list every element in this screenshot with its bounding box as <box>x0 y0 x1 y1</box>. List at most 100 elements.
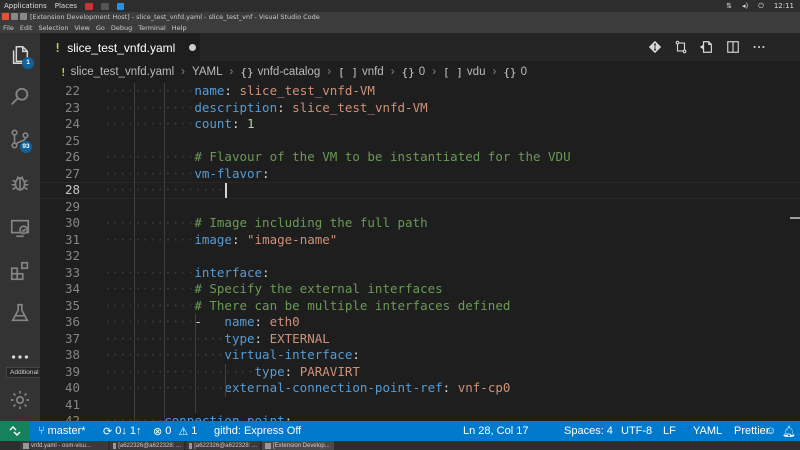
breadcrumb-vdu[interactable]: [ ] vdu <box>443 66 485 79</box>
source-control-button[interactable]: 93 <box>0 119 40 159</box>
menu-debug[interactable]: Debug <box>111 24 132 32</box>
code-line[interactable]: 32 <box>40 248 800 265</box>
code-line[interactable]: 27 ············vm-flavor: <box>40 166 800 183</box>
line-number: 24 <box>64 116 80 131</box>
feedback-icon[interactable]: ☺ <box>765 421 776 441</box>
window-title-bar: [Extension Development Host] - slice_tes… <box>0 12 800 22</box>
code-line[interactable]: 41 <box>40 397 800 414</box>
editor-tab[interactable]: ! slice_test_vnfd.yaml <box>40 33 200 61</box>
menu-go[interactable]: Go <box>96 24 105 32</box>
whitespace-marker: ············ <box>104 99 195 115</box>
power-icon[interactable]: ⏻ <box>758 2 764 11</box>
explorer-button[interactable]: 1 <box>0 35 40 75</box>
window-close-button[interactable] <box>2 13 9 20</box>
taskbar-item[interactable]: vnfd.yaml - osm-visu... <box>20 441 108 450</box>
more-actions-icon[interactable] <box>752 40 766 54</box>
menu-terminal[interactable]: Terminal <box>138 24 165 32</box>
indentation-status[interactable]: Spaces: 4 <box>564 421 613 441</box>
open-file-icon[interactable] <box>700 40 714 54</box>
split-editor-icon[interactable] <box>726 40 740 54</box>
debug-button[interactable] <box>0 163 40 203</box>
code-line[interactable]: 34 ············# Specify the external int… <box>40 281 800 298</box>
code-line[interactable]: 28················ <box>40 182 800 199</box>
code-token: : <box>284 363 300 379</box>
taskbar-item-active[interactable]: [Extension Develop... <box>262 441 334 450</box>
menu-help[interactable]: Help <box>172 24 187 32</box>
warning-count: 1 <box>191 425 198 437</box>
settings-button[interactable] <box>0 380 40 420</box>
code-line[interactable]: 25 <box>40 133 800 150</box>
code-line[interactable]: 23 ············description: slice_test_vn… <box>40 100 800 117</box>
terminal-launcher-icon[interactable] <box>101 2 110 10</box>
testing-button[interactable] <box>0 293 40 333</box>
places-menu[interactable]: Places <box>55 2 77 10</box>
remote-explorer-icon <box>10 219 30 238</box>
breadcrumb-vnfd-0[interactable]: {} 0 <box>402 66 426 79</box>
activity-bar: 1 93 <box>0 33 40 421</box>
breadcrumb-label: YAML <box>192 66 223 78</box>
breadcrumb-language[interactable]: YAML <box>192 66 222 78</box>
language-mode[interactable]: YAML <box>693 421 722 441</box>
code-line[interactable]: 40················external-connection-po… <box>40 380 800 397</box>
remote-explorer-button[interactable] <box>0 208 40 248</box>
code-line[interactable]: 30 ············# Image including the full… <box>40 215 800 232</box>
volume-icon[interactable]: ◂) <box>742 2 748 10</box>
menu-file[interactable]: File <box>3 24 14 32</box>
extensions-icon <box>10 261 29 281</box>
open-changes-icon[interactable] <box>674 40 688 54</box>
menu-view[interactable]: View <box>74 24 89 32</box>
code-line[interactable]: 39 ····················type: PARAVIRT <box>40 364 800 381</box>
code-line[interactable]: 26 ············# Flavour of the VM to be … <box>40 149 800 166</box>
whitespace-marker: ············ <box>104 149 195 164</box>
vscode-launcher-icon[interactable] <box>117 2 125 10</box>
error-icon: ⊗ <box>153 425 163 438</box>
menu-edit[interactable]: Edit <box>20 24 33 32</box>
code-line[interactable]: 33 ············interface: <box>40 265 800 282</box>
network-icon[interactable]: ⇅ <box>726 2 732 10</box>
applications-menu[interactable]: Applications <box>4 2 47 10</box>
taskbar-item[interactable]: [a622326@a622328: ... <box>110 441 184 450</box>
unsaved-dot-icon[interactable] <box>189 44 197 51</box>
window-maximize-button[interactable] <box>20 13 27 20</box>
code-line[interactable]: 36 ············- name: eth0 <box>40 314 800 331</box>
app-launcher-icon[interactable] <box>85 2 94 10</box>
code-token: : <box>277 99 293 115</box>
breadcrumb-file[interactable]: ! slice_test_vnfd.yaml <box>60 66 174 79</box>
line-content: ············interface: <box>104 265 270 282</box>
menu-selection[interactable]: Selection <box>38 24 68 32</box>
githd-status[interactable]: githd: Express Off <box>214 421 301 441</box>
problems-status[interactable]: ⊗ 0 ⚠ 1 <box>153 421 197 441</box>
remote-indicator[interactable] <box>0 421 30 441</box>
code-token: description <box>194 99 278 115</box>
eol-status[interactable]: LF <box>663 421 676 441</box>
code-line[interactable]: 22 ············name: slice_test_vnfd-VM <box>40 83 800 100</box>
line-number: 22 <box>64 83 80 98</box>
line-number: 27 <box>64 165 80 181</box>
code-line[interactable]: 24 ············count: 1 <box>40 116 800 133</box>
code-line[interactable]: 42 ········connection-point: <box>40 413 800 421</box>
code-line[interactable]: 38 ················virtual-interface: <box>40 347 800 364</box>
line-number: 38 <box>64 347 80 362</box>
code-token: 1 <box>247 116 255 131</box>
cursor-position[interactable]: Ln 28, Col 17 <box>463 421 528 441</box>
code-line[interactable]: 31 ············image: "image-name" <box>40 232 800 249</box>
breadcrumb-vnfd[interactable]: [ ] vnfd <box>338 66 384 79</box>
code-line[interactable]: 37 ················type: EXTERNAL <box>40 331 800 348</box>
breadcrumb-label: vnfd <box>361 66 384 78</box>
sync-status[interactable]: ⟳ 0↓ 1↑ <box>103 421 142 441</box>
code-editor[interactable]: 22 ············name: slice_test_vnfd-VM 23… <box>40 83 800 421</box>
breadcrumb-vdu-0[interactable]: {} 0 <box>503 66 527 79</box>
breadcrumb-vnfd-catalog[interactable]: {} vnfd-catalog <box>240 66 320 79</box>
branch-status[interactable]: ⑂ master* <box>38 421 86 441</box>
search-button[interactable] <box>0 77 40 117</box>
code-line[interactable]: 35 ············# There can be multiple in… <box>40 298 800 315</box>
git-compare-icon[interactable] <box>648 40 662 54</box>
code-line[interactable]: 29 <box>40 199 800 216</box>
notifications-icon[interactable]: 🔔︎ <box>782 421 796 441</box>
taskbar-item[interactable]: [a622326@a622328: ... <box>186 441 260 450</box>
window-minimize-button[interactable] <box>11 13 18 20</box>
extensions-button[interactable] <box>0 251 40 291</box>
code-token: : <box>254 330 270 346</box>
clock[interactable]: 12:11 <box>774 2 794 10</box>
encoding-status[interactable]: UTF-8 <box>621 421 652 441</box>
